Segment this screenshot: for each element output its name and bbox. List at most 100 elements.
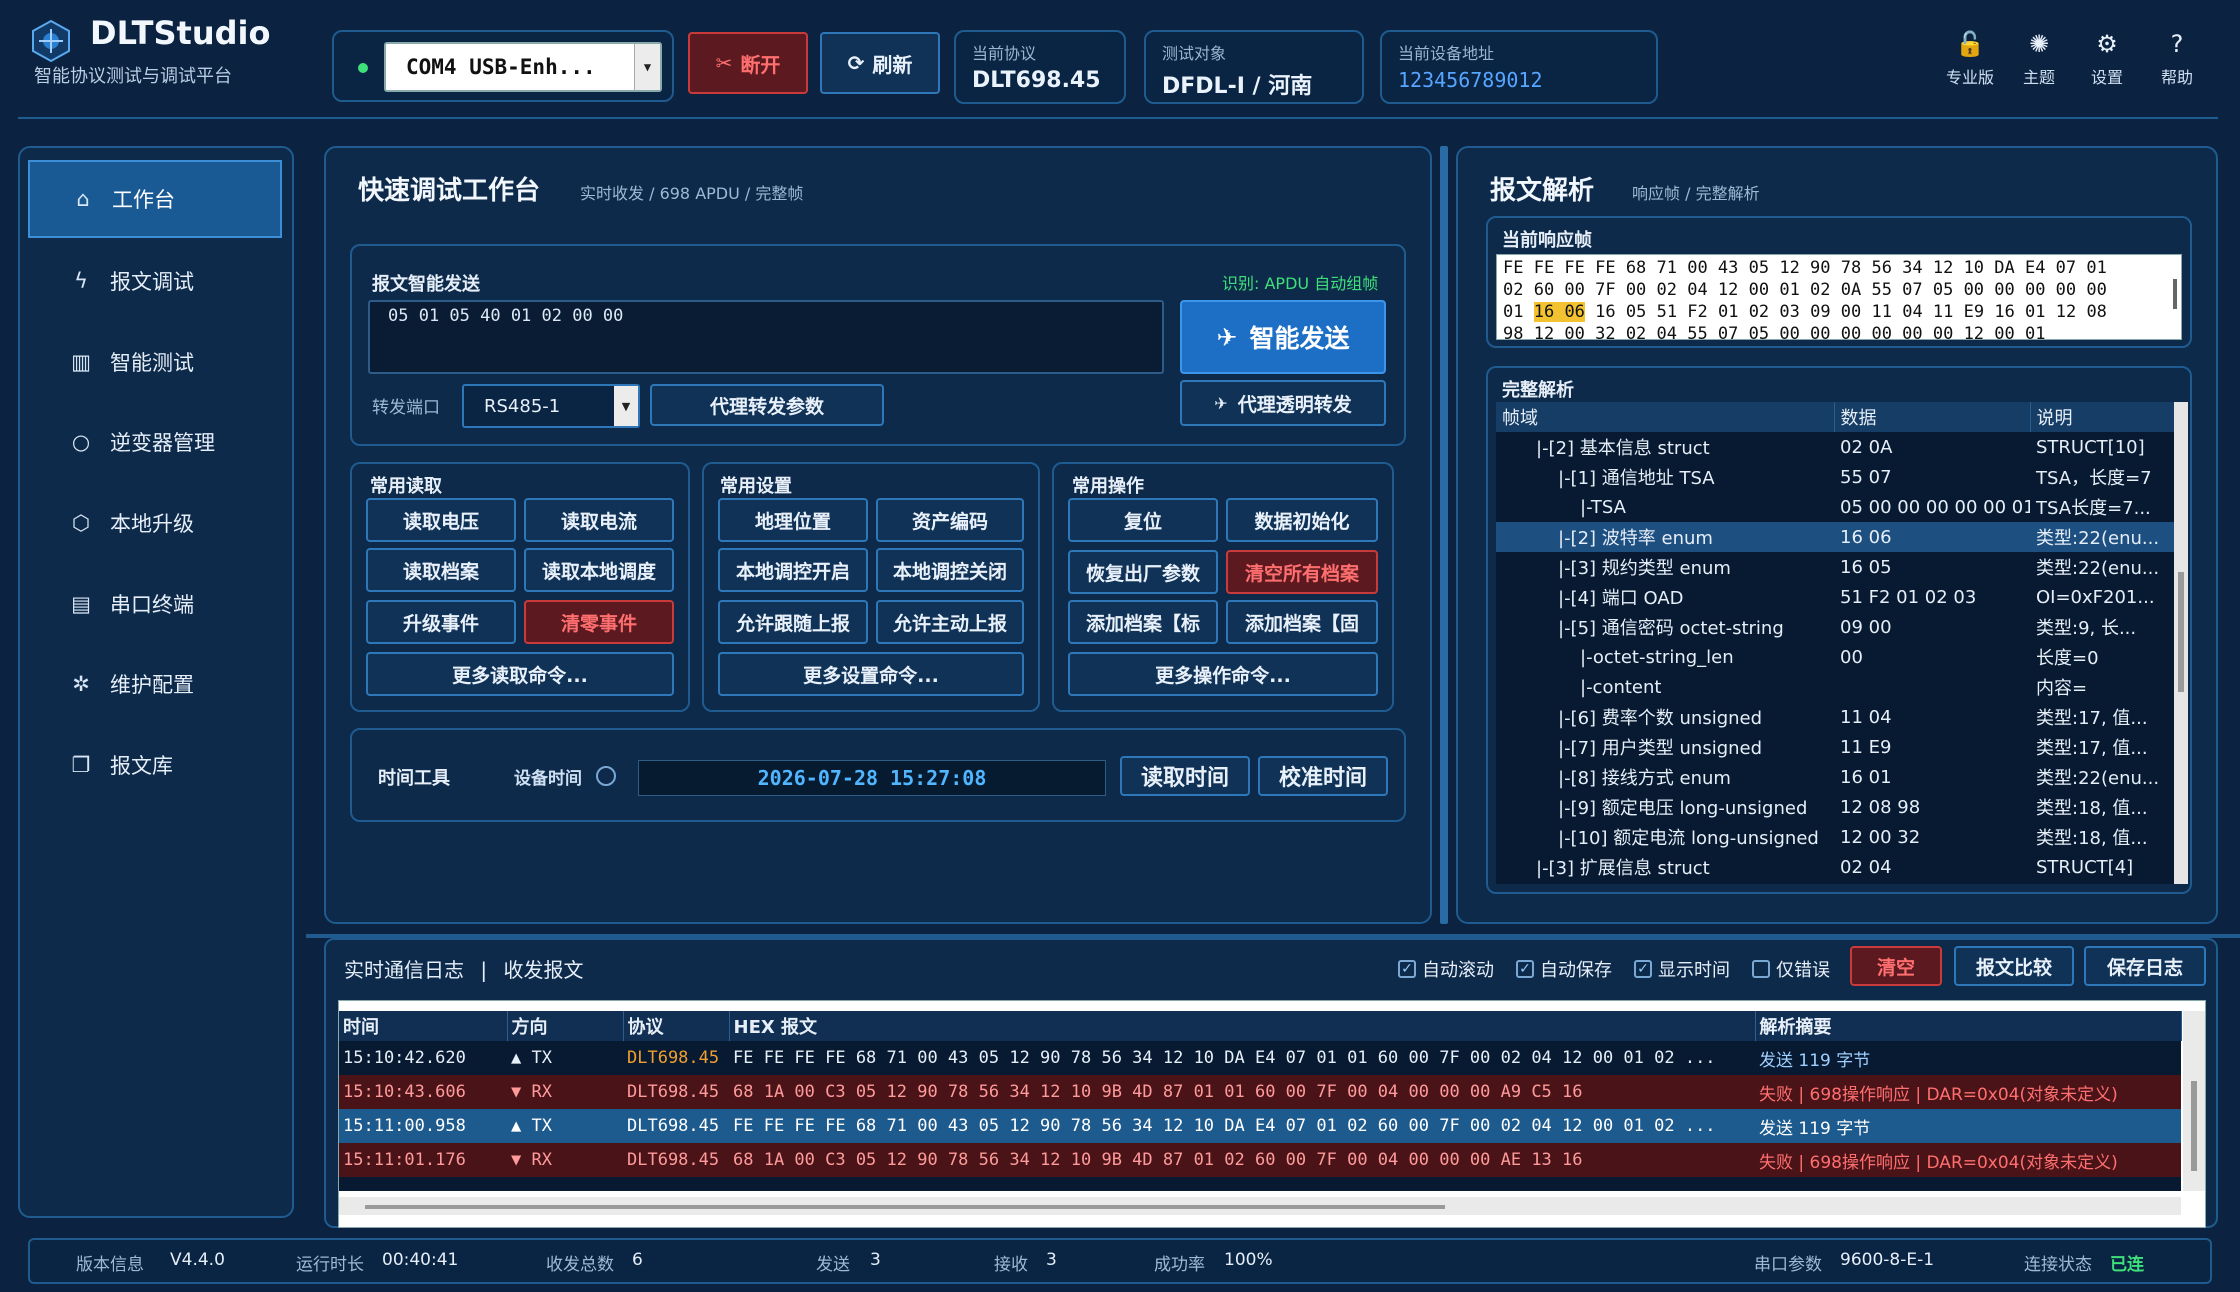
log-cell-summary: 失败 | 698操作响应 | DAR=0x04(对象未定义) xyxy=(1759,1152,2118,1173)
reset-button[interactable]: 复位 xyxy=(1068,498,1218,542)
add-archive-standard-button[interactable]: 添加档案【标 xyxy=(1068,600,1218,644)
forward-port-select[interactable]: RS485-1 ▼ xyxy=(462,384,640,428)
sidebar-item-terminal[interactable]: ▤ 串口终端 xyxy=(28,568,282,640)
frame-scrollbar[interactable] xyxy=(2173,279,2177,309)
port-select[interactable]: COM4 USB-Enh... ▼ xyxy=(384,42,662,92)
parse-row[interactable]: |-[3] 规约类型 enum 16 05 类型:22(enu... xyxy=(1496,552,2174,582)
proxy-params-button[interactable]: 代理转发参数 xyxy=(650,384,884,426)
parse-row[interactable]: |-[10] 额定电流 long-unsigned 12 00 32 类型:18, … xyxy=(1496,822,2174,852)
log-row[interactable]: 15:11:00.958 ▲ TX DLT698.45 FE FE FE FE 68 … xyxy=(339,1109,2181,1143)
log-col-summary[interactable]: 解析摘要 xyxy=(1755,1011,2182,1041)
parse-row[interactable]: |-TSA 05 00 00 00 00 00 01 TSA长度=7... xyxy=(1496,492,2174,522)
protocol-box: 当前协议 DLT698.45 xyxy=(954,30,1126,104)
log-row[interactable]: 15:10:42.620 ▲ TX DLT698.45 FE FE FE FE 68 … xyxy=(339,1041,2181,1075)
clear-log-button[interactable]: 清空 xyxy=(1850,946,1942,986)
save-log-button[interactable]: 保存日志 xyxy=(2084,946,2206,986)
log-col-dir[interactable]: 方向 xyxy=(507,1011,624,1041)
sidebar-item-test[interactable]: ▥ 智能测试 xyxy=(28,326,282,398)
more-read-button[interactable]: 更多读取命令... xyxy=(366,652,674,696)
chevron-down-icon[interactable]: ▼ xyxy=(634,44,660,90)
chevron-down-icon[interactable]: ▼ xyxy=(614,386,638,426)
gear-icon: ⚙ xyxy=(2096,30,2118,58)
sidebar-item-workbench[interactable]: ⌂ 工作台 xyxy=(28,160,282,238)
frame-line: 02 60 00 7F 00 02 04 12 00 01 02 0A 55 0… xyxy=(1503,280,2107,300)
parse-row[interactable]: |-[1] 通信地址 TSA 55 07 TSA，长度=7 xyxy=(1496,462,2174,492)
show-time-checkbox[interactable]: ✓ 显示时间 xyxy=(1634,956,1730,982)
parse-cell-data: 16 01 xyxy=(1840,766,1892,788)
device-time-radio[interactable] xyxy=(596,766,616,786)
parse-col-field[interactable]: 帧域 xyxy=(1496,402,1835,432)
upgrade-event-button[interactable]: 升级事件 xyxy=(366,600,516,644)
sidebar-item-library[interactable]: ❐ 报文库 xyxy=(28,729,282,801)
parse-row[interactable]: |-[6] 费率个数 unsigned 11 04 类型:17, 值... xyxy=(1496,702,2174,732)
parse-row[interactable]: |-[8] 接线方式 enum 16 01 类型:22(enu... xyxy=(1496,762,2174,792)
add-archive-fixed-button[interactable]: 添加档案【固 xyxy=(1226,600,1378,644)
geo-location-button[interactable]: 地理位置 xyxy=(718,498,868,542)
log-cell-hex: FE FE FE FE 68 71 00 43 05 12 90 78 56 3… xyxy=(733,1048,1716,1068)
parse-row[interactable]: |-[2] 基本信息 struct 02 0A STRUCT[10] xyxy=(1496,432,2174,462)
vertical-splitter[interactable] xyxy=(1440,146,1448,924)
sidebar-item-debug[interactable]: ϟ 报文调试 xyxy=(28,245,282,317)
pro-tool[interactable]: 🔓 专业版 xyxy=(1942,30,1998,88)
parse-row[interactable]: |-content 内容= xyxy=(1496,672,2174,702)
read-voltage-button[interactable]: 读取电压 xyxy=(366,498,516,542)
proxy-transparent-button[interactable]: ✈ 代理透明转发 xyxy=(1180,380,1386,426)
parse-col-data[interactable]: 数据 xyxy=(1834,402,2031,432)
active-report-button[interactable]: 允许主动上报 xyxy=(876,600,1024,644)
parse-row[interactable]: |-[3] 扩展信息 struct 02 04 STRUCT[4] xyxy=(1496,852,2174,882)
log-hscrollbar[interactable] xyxy=(339,1197,2181,1215)
status-version-value: V4.4.0 xyxy=(170,1250,225,1270)
sidebar-item-inverter[interactable]: ○ 逆变器管理 xyxy=(28,406,282,478)
errors-only-checkbox[interactable]: 仅错误 xyxy=(1752,956,1830,982)
log-vscrollbar[interactable] xyxy=(2183,1011,2205,1191)
more-op-button[interactable]: 更多操作命令... xyxy=(1068,652,1378,696)
response-frame-box[interactable]: FE FE FE FE 68 71 00 43 05 12 90 78 56 3… xyxy=(1496,254,2182,340)
clear-event-button[interactable]: 清零事件 xyxy=(524,600,674,644)
parse-cell-desc: 类型:18, 值... xyxy=(2036,828,2148,849)
auto-save-checkbox[interactable]: ✓ 自动保存 xyxy=(1516,956,1612,982)
local-control-off-button[interactable]: 本地调控关闭 xyxy=(876,548,1024,592)
scrollbar-thumb[interactable] xyxy=(365,1205,1445,1209)
settings-tool[interactable]: ⚙ 设置 xyxy=(2080,30,2134,88)
read-time-button[interactable]: 读取时间 xyxy=(1120,756,1250,796)
log-col-time[interactable]: 时间 xyxy=(339,1011,508,1041)
log-row[interactable]: 15:11:01.176 ▼ RX DLT698.45 68 1A 00 C3 05 … xyxy=(339,1143,2181,1177)
header-divider xyxy=(18,117,2218,119)
read-local-schedule-button[interactable]: 读取本地调度 xyxy=(524,548,674,592)
parse-table-scrollbar[interactable] xyxy=(2174,402,2188,884)
data-init-button[interactable]: 数据初始化 xyxy=(1226,498,1378,542)
read-current-button[interactable]: 读取电流 xyxy=(524,498,674,542)
log-cell-dir: ▼ RX xyxy=(511,1150,552,1170)
parse-row[interactable]: |-[2] 波特率 enum 16 06 类型:22(enu... xyxy=(1496,522,2174,552)
parse-row[interactable]: |-[5] 通信密码 octet-string 09 00 类型:9, 长... xyxy=(1496,612,2174,642)
read-archive-button[interactable]: 读取档案 xyxy=(366,548,516,592)
parse-row[interactable]: |-[9] 额定电压 long-unsigned 12 08 98 类型:18, 值… xyxy=(1496,792,2174,822)
refresh-button[interactable]: ⟳ 刷新 xyxy=(820,32,940,94)
scrollbar-thumb[interactable] xyxy=(2178,572,2184,692)
parse-row[interactable]: |-[7] 用户类型 unsigned 11 E9 类型:17, 值... xyxy=(1496,732,2174,762)
parse-row[interactable]: |-[4] 端口 OAD 51 F2 01 02 03 OI=0xF201... xyxy=(1496,582,2174,612)
follow-report-button[interactable]: 允许跟随上报 xyxy=(718,600,868,644)
asset-code-button[interactable]: 资产编码 xyxy=(876,498,1024,542)
factory-reset-button[interactable]: 恢复出厂参数 xyxy=(1068,550,1218,594)
help-tool[interactable]: ? 帮助 xyxy=(2150,30,2204,88)
parse-cell-data: 11 E9 xyxy=(1840,736,1892,758)
auto-scroll-checkbox[interactable]: ✓ 自动滚动 xyxy=(1398,956,1494,982)
calibrate-time-button[interactable]: 校准时间 xyxy=(1258,756,1388,796)
scrollbar-thumb[interactable] xyxy=(2191,1081,2197,1171)
local-control-on-button[interactable]: 本地调控开启 xyxy=(718,548,868,592)
parse-row[interactable]: |-octet-string_len 00 长度=0 xyxy=(1496,642,2174,672)
disconnect-button[interactable]: ✂ 断开 xyxy=(688,32,808,94)
log-row[interactable]: 15:10:43.606 ▼ RX DLT698.45 68 1A 00 C3 05 … xyxy=(339,1075,2181,1109)
sidebar-item-upgrade[interactable]: ⬡ 本地升级 xyxy=(28,487,282,559)
clear-all-archives-button[interactable]: 清空所有档案 xyxy=(1226,550,1378,594)
log-col-hex[interactable]: HEX 报文 xyxy=(729,1011,1756,1041)
theme-tool[interactable]: ✺ 主题 xyxy=(2012,30,2066,88)
apdu-input[interactable]: 05 01 05 40 01 02 00 00 xyxy=(368,300,1164,374)
smart-send-button[interactable]: ✈ 智能发送 xyxy=(1180,300,1386,374)
parse-col-desc[interactable]: 说明 xyxy=(2030,402,2174,432)
sidebar-item-maintenance[interactable]: ✲ 维护配置 xyxy=(28,648,282,720)
more-set-button[interactable]: 更多设置命令... xyxy=(718,652,1024,696)
log-col-proto[interactable]: 协议 xyxy=(623,1011,730,1041)
compare-button[interactable]: 报文比较 xyxy=(1954,946,2074,986)
